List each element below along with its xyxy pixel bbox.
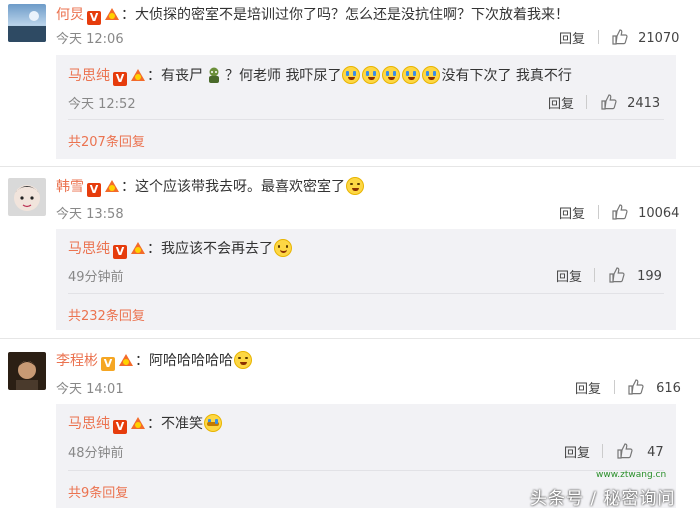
- comment-text: ：这个应该带我去呀。最喜欢密室了: [121, 179, 345, 195]
- reply-button[interactable]: 回复: [556, 266, 582, 285]
- avatar[interactable]: [8, 352, 46, 390]
- avatar[interactable]: [8, 4, 46, 42]
- reply-button[interactable]: 回复: [564, 442, 590, 461]
- divider: [614, 380, 615, 394]
- sub-reply-header: 马思纯 V ：我应该不会再去了: [68, 238, 293, 259]
- view-more-replies-link[interactable]: 共9条回复: [68, 482, 128, 501]
- sub-reply-box: 马思纯 V ：有丧尸 ？何老师 我吓尿了 没有下次了 我真不行 今天 12:52 回复 …: [56, 55, 676, 159]
- like-button[interactable]: 616: [627, 377, 681, 396]
- username[interactable]: 韩雪: [56, 179, 84, 195]
- like-button[interactable]: 199: [608, 265, 662, 284]
- comment-text: ：大侦探的密室不是培训过你了吗？怎么还是没抗住啊？下次放着我来！: [121, 7, 569, 23]
- crying-emoji-icon: [382, 66, 401, 84]
- like-count: 199: [637, 269, 662, 284]
- level-icon: [105, 8, 119, 20]
- crying-emoji-icon: [402, 66, 421, 84]
- vip-badge: V: [113, 72, 127, 86]
- divider: [68, 470, 664, 471]
- like-count: 10064: [638, 206, 680, 221]
- level-icon: [131, 69, 145, 81]
- timestamp: 48分钟前: [68, 446, 124, 461]
- view-more-replies-link[interactable]: 共232条回复: [68, 305, 145, 324]
- sub-reply-header: 马思纯 V ：有丧尸 ？何老师 我吓尿了 没有下次了 我真不行: [68, 65, 572, 86]
- divider: [68, 119, 664, 120]
- divider: [594, 268, 595, 282]
- like-count: 2413: [627, 96, 661, 111]
- crying-emoji-icon: [342, 66, 361, 84]
- divider: [598, 205, 599, 219]
- divider: [586, 95, 587, 109]
- like-count: 21070: [638, 31, 680, 46]
- laugh-tears-emoji-icon: [234, 351, 252, 369]
- level-icon: [119, 354, 133, 366]
- divider: [0, 338, 700, 339]
- thumbs-up-icon: [609, 267, 625, 283]
- laughing-emoji-icon: [346, 177, 364, 195]
- reply-text: ？何老师 我吓尿了: [225, 68, 342, 84]
- sub-reply-box: 马思纯 V ：我应该不会再去了 49分钟前 回复 199 共232条回复: [56, 229, 676, 330]
- like-count: 47: [647, 445, 664, 460]
- thumbs-up-icon: [601, 94, 617, 110]
- username[interactable]: 何炅: [56, 7, 84, 23]
- like-button[interactable]: 21070: [611, 27, 679, 46]
- reply-button[interactable]: 回复: [559, 203, 585, 222]
- smile-emoji-icon: [274, 239, 292, 257]
- level-icon: [131, 242, 145, 254]
- zombie-icon: [209, 67, 219, 83]
- username[interactable]: 马思纯: [68, 68, 110, 84]
- comment-text: ：阿哈哈哈哈哈: [135, 353, 233, 369]
- level-icon: [105, 180, 119, 192]
- divider: [602, 444, 603, 458]
- vip-badge: V: [87, 11, 101, 25]
- comment-header: 李程彬 V ：阿哈哈哈哈哈: [56, 350, 253, 371]
- crying-emoji-icon: [362, 66, 381, 84]
- timestamp: 今天 14:01: [56, 382, 124, 397]
- watermark: 头条号 / 秘密询问: [530, 489, 676, 509]
- level-icon: [131, 417, 145, 429]
- username[interactable]: 马思纯: [68, 241, 110, 257]
- thumbs-up-icon: [612, 29, 628, 45]
- comment-header: 何炅 V ：大侦探的密室不是培训过你了吗？怎么还是没抗住啊？下次放着我来！: [56, 4, 569, 25]
- crying-emoji-icon: [422, 66, 441, 84]
- username[interactable]: 李程彬: [56, 353, 98, 369]
- thumbs-up-icon: [617, 443, 633, 459]
- view-more-replies-link[interactable]: 共207条回复: [68, 131, 145, 150]
- avatar[interactable]: [8, 178, 46, 216]
- reply-text: ：我应该不会再去了: [147, 241, 273, 257]
- sub-reply-header: 马思纯 V ：不准笑: [68, 413, 223, 434]
- reply-button[interactable]: 回复: [548, 93, 574, 112]
- vip-badge: V: [101, 357, 115, 371]
- timestamp: 今天 12:52: [68, 97, 136, 112]
- reply-button[interactable]: 回复: [559, 28, 585, 47]
- reply-button[interactable]: 回复: [575, 378, 601, 397]
- watermark-url: www.ztwang.cn: [596, 470, 667, 480]
- thumbs-up-icon: [628, 379, 644, 395]
- shh-emoji-icon: [204, 414, 222, 432]
- comment-header: 韩雪 V ：这个应该带我去呀。最喜欢密室了: [56, 176, 365, 197]
- divider: [68, 293, 664, 294]
- reply-text: ：不准笑: [147, 416, 203, 432]
- like-button[interactable]: 10064: [611, 202, 679, 221]
- like-button[interactable]: 2413: [600, 92, 660, 111]
- vip-badge: V: [87, 183, 101, 197]
- thumbs-up-icon: [612, 204, 628, 220]
- like-button[interactable]: 47: [616, 441, 664, 460]
- reply-text: ：有丧尸: [147, 68, 203, 84]
- vip-badge: V: [113, 245, 127, 259]
- timestamp: 今天 12:06: [56, 32, 124, 47]
- timestamp: 今天 13:58: [56, 207, 124, 222]
- username[interactable]: 马思纯: [68, 416, 110, 432]
- reply-text: 没有下次了 我真不行: [441, 68, 572, 84]
- timestamp: 49分钟前: [68, 270, 124, 285]
- vip-badge: V: [113, 420, 127, 434]
- divider: [598, 30, 599, 44]
- divider: [0, 166, 700, 167]
- like-count: 616: [656, 381, 681, 396]
